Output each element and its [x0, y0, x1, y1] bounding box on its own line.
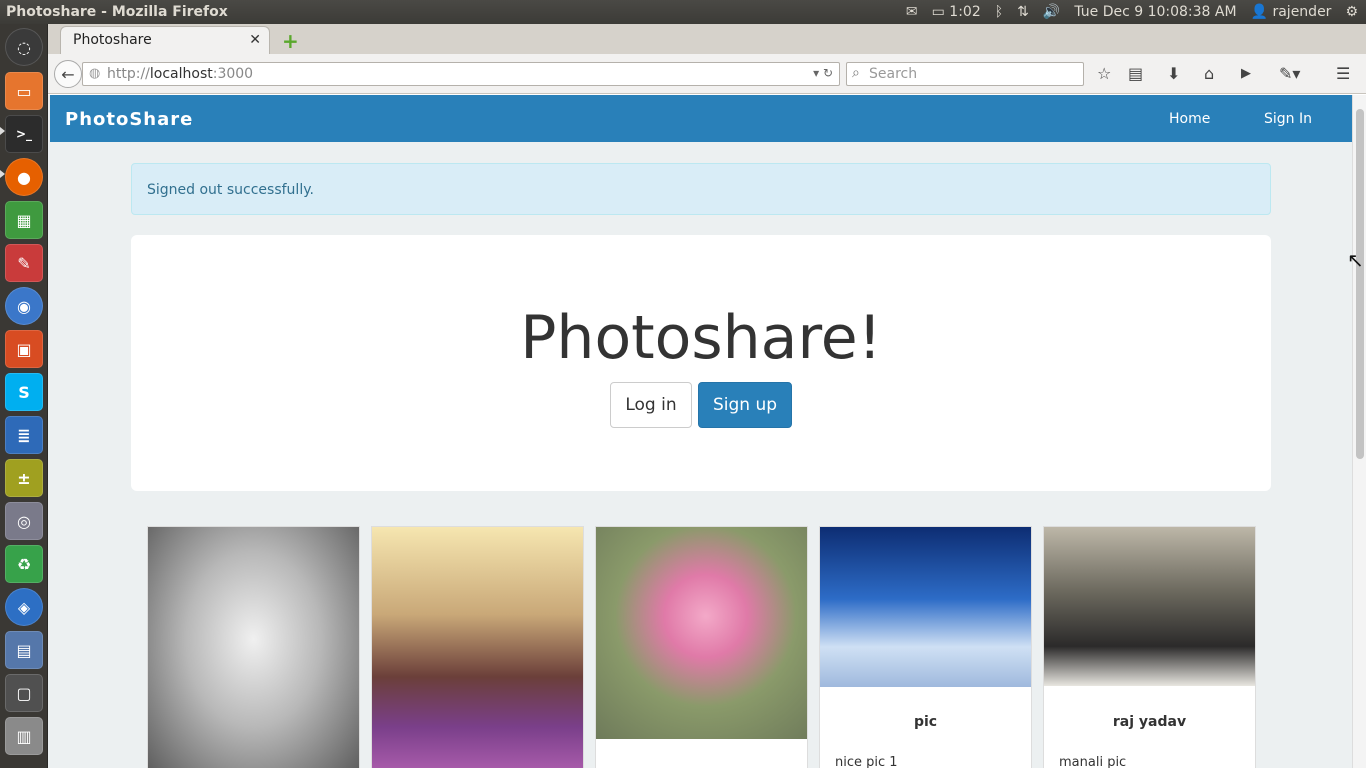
- settings-tools-icon[interactable]: ✎: [5, 244, 43, 282]
- developer-tools-icon[interactable]: ✎▾: [1279, 64, 1300, 83]
- url-bar[interactable]: ◍ http://localhost:3000 ▾ ↻: [82, 62, 840, 86]
- tab-photoshare[interactable]: Photoshare ✕: [60, 26, 270, 54]
- photo-description: manali pic: [1059, 755, 1127, 768]
- navigation-toolbar: ← ◍ http://localhost:3000 ▾ ↻ ⌕ Search ☆…: [48, 54, 1366, 94]
- user-icon: 👤: [1250, 4, 1269, 20]
- battery-time: 1:02: [949, 4, 981, 20]
- reload-icon[interactable]: ↻: [823, 66, 833, 80]
- search-bar[interactable]: ⌕ Search: [846, 62, 1084, 86]
- url-port: :3000: [212, 66, 254, 82]
- page-scrollbar[interactable]: [1352, 95, 1366, 768]
- dash-icon[interactable]: ◌: [5, 28, 43, 66]
- photo-description: nice pic 1: [835, 755, 898, 768]
- flash-alert: Signed out successfully.: [131, 163, 1271, 215]
- system-top-panel: Photoshare - Mozilla Firefox ✉ ▭ 1:02 ᛒ …: [0, 0, 1366, 24]
- image-viewer-icon[interactable]: ▤: [5, 631, 43, 669]
- photo-image[interactable]: [1044, 527, 1255, 686]
- session-gear-icon[interactable]: ⚙: [1345, 4, 1358, 20]
- recycle-icon[interactable]: ♻: [5, 545, 43, 583]
- photo-image[interactable]: [372, 527, 583, 768]
- fish-app-icon[interactable]: ◈: [5, 588, 43, 626]
- window-title: Photoshare - Mozilla Firefox: [6, 4, 228, 20]
- mail-icon[interactable]: ✉: [906, 4, 918, 20]
- sign-up-button[interactable]: Sign up: [698, 382, 792, 428]
- skype-icon[interactable]: S: [5, 373, 43, 411]
- photo-image[interactable]: [820, 527, 1031, 687]
- chromium-icon[interactable]: ◉: [5, 287, 43, 325]
- download-icon[interactable]: ⬇: [1167, 64, 1180, 83]
- running-indicator: [0, 127, 5, 135]
- reading-list-icon[interactable]: ▤: [1128, 64, 1143, 83]
- youtube-icon[interactable]: ▶: [1241, 66, 1251, 81]
- workspace-switcher-icon[interactable]: ▢: [5, 674, 43, 712]
- writer-icon[interactable]: ≣: [5, 416, 43, 454]
- terminal-icon[interactable]: >_: [5, 115, 43, 153]
- page-content: PhotoShare Home Sign In Signed out succe…: [48, 95, 1352, 768]
- photo-title: raj yadav: [1112, 714, 1187, 730]
- system-indicators: ✉ ▭ 1:02 ᛒ ⇅ 🔊 Tue Dec 9 10:08:38 AM 👤 r…: [906, 4, 1366, 20]
- software-center-icon[interactable]: ▣: [5, 330, 43, 368]
- hero-jumbotron: Photoshare! Log in Sign up: [131, 235, 1271, 491]
- calculator-icon[interactable]: ±: [5, 459, 43, 497]
- photo-image[interactable]: [148, 527, 359, 768]
- user-menu[interactable]: 👤 rajender: [1251, 4, 1332, 20]
- url-host: localhost: [149, 66, 213, 82]
- url-controls: ▾ ↻: [813, 66, 833, 80]
- log-in-button[interactable]: Log in: [610, 382, 692, 428]
- home-icon[interactable]: ⌂: [1204, 64, 1214, 83]
- scrollbar-thumb[interactable]: [1356, 109, 1364, 459]
- photo-title: pic: [913, 714, 938, 730]
- new-tab-icon[interactable]: +: [282, 29, 299, 53]
- battery-indicator[interactable]: ▭ 1:02: [932, 4, 981, 20]
- dropdown-arrow-icon[interactable]: ▾: [813, 66, 819, 80]
- firefox-window: Photoshare ✕ + ← ◍ http://localhost:3000…: [48, 24, 1366, 768]
- search-icon: ⌕: [852, 65, 860, 81]
- volume-icon[interactable]: 🔊: [1043, 4, 1060, 20]
- photo-card[interactable]: pic nice pic 1: [819, 526, 1032, 768]
- site-brand[interactable]: PhotoShare: [65, 109, 193, 130]
- photo-card[interactable]: [147, 526, 360, 768]
- url-scheme: http://: [107, 66, 150, 82]
- photo-card[interactable]: [371, 526, 584, 768]
- firefox-icon[interactable]: ●: [5, 158, 43, 196]
- nav-sign-in-link[interactable]: Sign In: [1264, 111, 1312, 127]
- hero-title: Photoshare!: [520, 303, 882, 373]
- unity-launcher: ◌ ▭ >_ ● ▦ ✎ ◉ ▣ S ≣ ± ◎ ♻ ◈ ▤ ▢ ▥: [0, 24, 48, 768]
- trash-icon[interactable]: ▥: [5, 717, 43, 755]
- nav-home-link[interactable]: Home: [1169, 111, 1210, 127]
- photo-image[interactable]: [596, 527, 807, 739]
- close-tab-icon[interactable]: ✕: [249, 32, 261, 48]
- webcam-icon[interactable]: ◎: [5, 502, 43, 540]
- globe-icon: ◍: [89, 66, 101, 81]
- spreadsheet-icon[interactable]: ▦: [5, 201, 43, 239]
- network-icon[interactable]: ⇅: [1017, 4, 1029, 20]
- back-arrow-icon[interactable]: ←: [54, 60, 82, 88]
- photo-card[interactable]: raj yadav manali pic: [1043, 526, 1256, 768]
- menu-hamburger-icon[interactable]: ☰: [1336, 64, 1350, 83]
- bookmark-star-icon[interactable]: ☆: [1097, 64, 1111, 83]
- running-indicator-firefox: [0, 170, 5, 178]
- tab-title: Photoshare: [73, 32, 152, 48]
- clock[interactable]: Tue Dec 9 10:08:38 AM: [1074, 4, 1236, 20]
- tab-bar: Photoshare ✕ +: [48, 24, 1366, 54]
- photo-card[interactable]: [595, 526, 808, 768]
- bluetooth-icon[interactable]: ᛒ: [995, 4, 1003, 20]
- files-icon[interactable]: ▭: [5, 72, 43, 110]
- mouse-cursor-icon: ↖: [1347, 248, 1364, 272]
- battery-icon: ▭: [931, 4, 945, 20]
- search-placeholder: Search: [869, 66, 918, 82]
- user-name: rajender: [1272, 4, 1332, 20]
- site-navbar: PhotoShare Home Sign In: [50, 95, 1352, 142]
